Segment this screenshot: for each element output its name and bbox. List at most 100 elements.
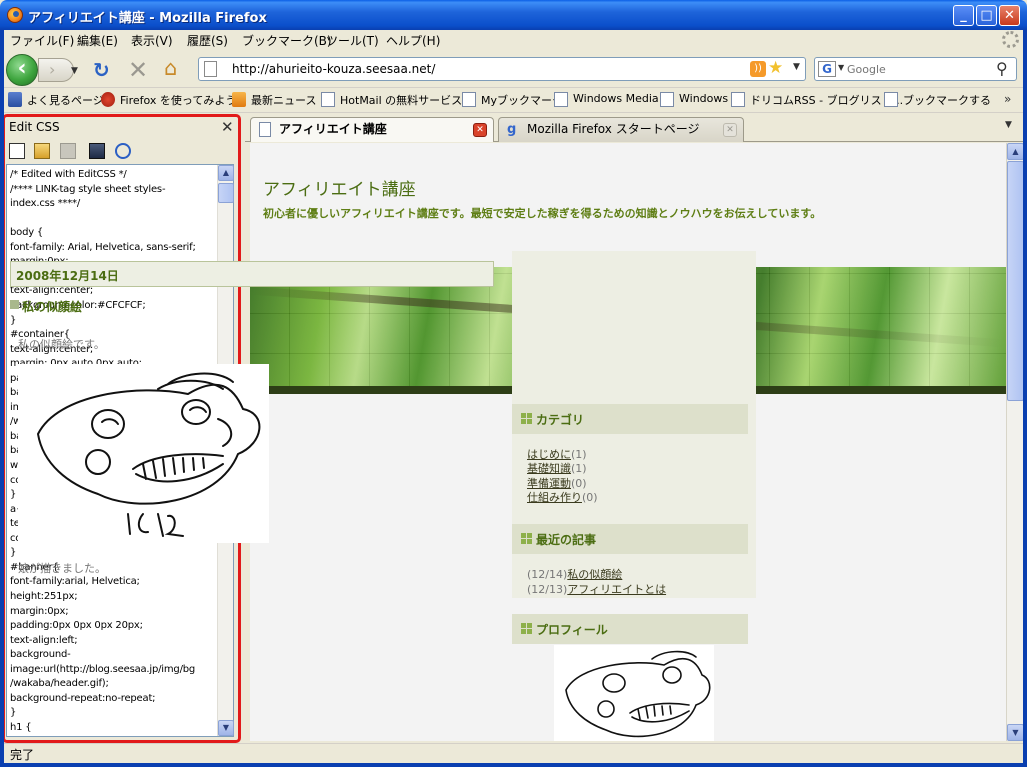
google-icon: g	[507, 122, 517, 137]
new-file-icon[interactable]	[9, 143, 25, 159]
css-code-line: text-align:center;	[10, 285, 94, 297]
google-engine-icon[interactable]: G	[818, 61, 836, 77]
open-folder-icon[interactable]	[34, 143, 50, 159]
menu-file[interactable]: ファイル(F)	[10, 32, 74, 49]
category-widget-header: カテゴリ	[512, 404, 748, 434]
menu-view[interactable]: 表示(V)	[131, 32, 173, 49]
portrait-drawing-image	[18, 364, 269, 543]
menu-help[interactable]: ヘルプ(H)	[386, 32, 440, 49]
url-dropdown-icon[interactable]: ▼	[793, 62, 800, 72]
sidebar-close-icon[interactable]: ✕	[221, 118, 234, 136]
page-description: 初心者に優しいアフィリエイト講座です。最短で安定した稼ぎを得るための知識とノウハ…	[263, 207, 822, 220]
grid-bullet-icon	[521, 623, 532, 634]
css-code-line: text-align:left;	[10, 634, 78, 646]
post-title[interactable]: 私の似顔絵	[10, 298, 82, 315]
forward-button[interactable]: ›	[38, 58, 74, 82]
url-text[interactable]: http://ahurieito-kouza.seesaa.net/	[232, 62, 435, 76]
category-item[interactable]: 仕組み作り(0)	[527, 489, 598, 505]
bookmark-item[interactable]: よく見るページ	[8, 92, 104, 108]
css-code-line: }	[10, 489, 17, 501]
bookmark-item[interactable]: HotMail の無料サービス	[321, 92, 462, 108]
category-link[interactable]: 仕組み作り	[527, 491, 582, 504]
bookmark-item[interactable]: 最新ニュース	[232, 92, 316, 108]
bookmarks-chevron-icon[interactable]: »	[1004, 92, 1011, 106]
css-code-line: margin:0px;	[10, 605, 69, 617]
minimize-button[interactable]: _	[953, 5, 974, 26]
menu-edit[interactable]: 編集(E)	[77, 32, 118, 49]
close-tab-icon[interactable]: ✕	[473, 123, 487, 137]
engine-dropdown-icon[interactable]: ▼	[838, 63, 844, 72]
category-item[interactable]: 基礎知識(1)	[527, 460, 587, 476]
close-tab-icon[interactable]: ✕	[723, 123, 737, 137]
sidebar-title: Edit CSS	[9, 120, 60, 134]
rss-icon[interactable]: ))	[750, 61, 766, 77]
window-title: アフィリエイト講座 - Mozilla Firefox	[28, 11, 267, 26]
category-link[interactable]: 基礎知識	[527, 462, 571, 475]
reload-icon[interactable]: ↻	[93, 58, 110, 82]
page-icon	[884, 92, 898, 107]
search-input[interactable]	[847, 61, 987, 77]
page-title[interactable]: アフィリエイト講座	[263, 175, 416, 200]
search-bar[interactable]: G ▼ ⚲	[814, 57, 1017, 81]
tab-label: Mozilla Firefox スタートページ	[527, 122, 700, 136]
bookmark-label: 最新ニュース	[251, 94, 317, 107]
bookmark-item[interactable]: ドリコムRSS - ブログリスト...	[731, 92, 903, 108]
search-icon[interactable]: ⚲	[996, 59, 1008, 78]
tab-affiliate-course[interactable]: アフィリエイト講座 ✕	[250, 117, 494, 142]
tab-firefox-start[interactable]: g Mozilla Firefox スタートページ ✕	[498, 117, 744, 142]
home-icon[interactable]: ⌂	[164, 56, 177, 80]
page-scrollbar[interactable]: ▲ ▼	[1006, 143, 1024, 741]
scroll-down-icon[interactable]: ▼	[1007, 724, 1024, 741]
bookmark-item[interactable]: Windows Media	[554, 92, 659, 107]
history-dropdown-icon[interactable]: ▼	[71, 66, 78, 76]
scroll-thumb[interactable]	[218, 183, 234, 203]
page-icon	[462, 92, 476, 107]
scroll-up-icon[interactable]: ▲	[218, 165, 234, 181]
category-heading: カテゴリ	[536, 413, 585, 427]
page-icon	[259, 122, 271, 137]
recent-post-item[interactable]: (12/13)アフィリエイトとは	[527, 581, 666, 597]
reload-css-icon[interactable]	[115, 143, 131, 159]
close-window-button[interactable]: ✕	[999, 5, 1020, 26]
css-code-line: font-family:arial, Helvetica;	[10, 576, 140, 588]
back-button[interactable]: ‹	[6, 54, 38, 86]
post-caption: 娘が描きました。	[18, 562, 106, 575]
css-code-line: }	[10, 314, 17, 326]
stop-icon[interactable]: ✕	[128, 56, 148, 84]
save-disabled-icon	[60, 143, 76, 159]
url-bar[interactable]: http://ahurieito-kouza.seesaa.net/ )) ★ …	[198, 57, 806, 81]
scroll-thumb[interactable]	[1007, 161, 1024, 401]
page-icon	[321, 92, 335, 107]
page-icon	[660, 92, 674, 107]
bookmark-item[interactable]: Firefox を使ってみよう	[101, 92, 236, 108]
bookmark-item[interactable]: Myブックマーク	[462, 92, 563, 108]
bookmark-item[interactable]: Windows	[660, 92, 728, 107]
tab-list-icon[interactable]: ▼	[1005, 120, 1012, 130]
css-code-line: background-repeat:no-repeat;	[10, 692, 156, 704]
status-text: 完了	[10, 748, 35, 762]
maximize-button[interactable]: □	[976, 5, 997, 26]
scroll-up-icon[interactable]: ▲	[1007, 143, 1024, 160]
css-code-line: image:url(http://blog.seesaa.jp/img/bg	[10, 663, 196, 675]
bookmark-star-icon[interactable]: ★	[768, 58, 783, 78]
recent-post-link[interactable]: アフィリエイトとは	[567, 583, 666, 596]
folder-icon	[8, 92, 22, 107]
css-code-line: h1 {	[10, 721, 32, 733]
recent-post-link[interactable]: 私の似顔絵	[567, 568, 622, 581]
profile-heading: プロフィール	[536, 623, 608, 637]
bookmark-item[interactable]: ブックマークする	[884, 92, 991, 108]
css-code-line: margin:0px;	[10, 736, 68, 737]
menu-history[interactable]: 履歴(S)	[187, 32, 228, 49]
tab-label: アフィリエイト講座	[279, 122, 387, 136]
save-icon[interactable]	[89, 143, 105, 159]
profile-widget-header: プロフィール	[512, 614, 748, 644]
scroll-down-icon[interactable]: ▼	[218, 720, 234, 736]
recent-post-item[interactable]: (12/14)私の似顔絵	[527, 566, 622, 582]
css-code-line: index.css ****/	[10, 198, 81, 210]
menu-tools[interactable]: ツール(T)	[326, 32, 379, 49]
bookmark-label: ブックマークする	[903, 94, 991, 107]
css-code-line: height:251px;	[10, 590, 78, 602]
recent-post-date: (12/14)	[527, 568, 568, 581]
bookmark-label: よく見るページ	[27, 94, 104, 107]
menu-bookmarks[interactable]: ブックマーク(B)	[242, 32, 332, 49]
